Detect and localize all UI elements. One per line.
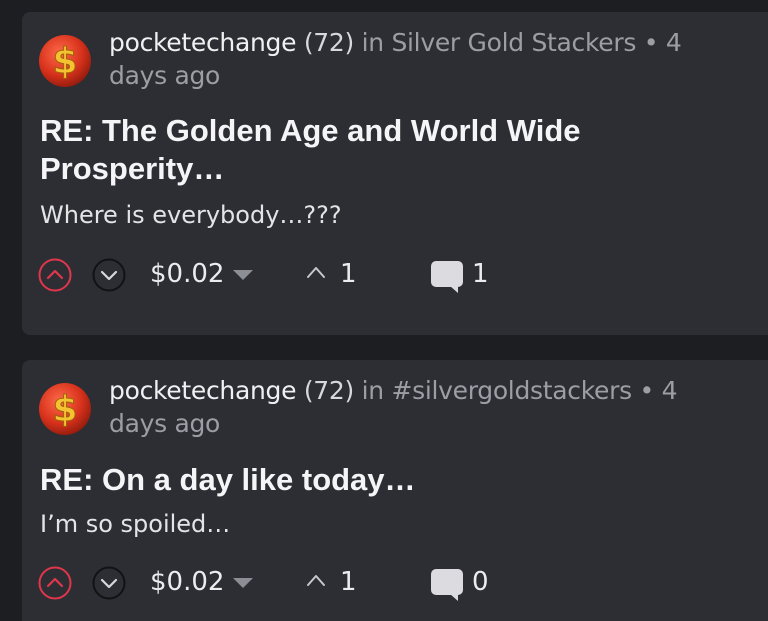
dollar-sign-icon[interactable]: $ [38, 34, 92, 88]
post-card[interactable]: $ pocketechange (72) in Silver Gold Stac… [22, 12, 768, 335]
downvote-button[interactable] [92, 566, 126, 600]
svg-text:$: $ [52, 41, 77, 82]
votes-count[interactable]: 1 [340, 565, 357, 599]
comment-icon[interactable] [430, 260, 464, 294]
downvote-button[interactable] [92, 258, 126, 292]
community-link[interactable]: #silvergoldstackers [391, 376, 632, 405]
post-footer: $0.02 1 1 [38, 255, 758, 295]
comments-count[interactable]: 1 [472, 257, 489, 291]
payout-dropdown-icon[interactable] [232, 577, 254, 589]
upvote-button[interactable] [38, 258, 72, 292]
meta-separator: • [643, 28, 659, 57]
votes-caret-icon[interactable] [306, 573, 326, 587]
payout-value[interactable]: $0.02 [150, 257, 224, 291]
author-link[interactable]: pocketechange [109, 376, 296, 405]
upvote-button[interactable] [38, 566, 72, 600]
in-label: in [361, 376, 385, 405]
author-link[interactable]: pocketechange [109, 28, 296, 57]
post-meta: pocketechange (72) in #silvergoldstacker… [109, 374, 729, 440]
author-reputation: (72) [303, 376, 354, 405]
svg-text:$: $ [52, 389, 77, 430]
community-link[interactable]: Silver Gold Stackers [391, 28, 636, 57]
in-label: in [361, 28, 385, 57]
post-meta: pocketechange (72) in Silver Gold Stacke… [109, 26, 729, 92]
payout-dropdown-icon[interactable] [232, 269, 254, 281]
post-card[interactable]: $ pocketechange (72) in #silvergoldstack… [22, 360, 768, 621]
post-title[interactable]: RE: On a day like today… [40, 461, 740, 499]
meta-separator: • [639, 376, 654, 405]
votes-count[interactable]: 1 [340, 257, 357, 291]
post-body[interactable]: I’m so spoiled… [40, 509, 230, 539]
post-feed: $ pocketechange (72) in Silver Gold Stac… [0, 0, 768, 621]
author-reputation: (72) [303, 28, 354, 57]
dollar-sign-icon[interactable]: $ [38, 382, 92, 436]
comments-count[interactable]: 0 [472, 565, 489, 599]
payout-value[interactable]: $0.02 [150, 565, 224, 599]
comment-icon[interactable] [430, 568, 464, 602]
post-footer: $0.02 1 0 [38, 563, 758, 603]
votes-caret-icon[interactable] [306, 265, 326, 279]
post-body[interactable]: Where is everybody…??? [40, 200, 342, 230]
post-title[interactable]: RE: The Golden Age and World Wide Prospe… [40, 112, 740, 188]
